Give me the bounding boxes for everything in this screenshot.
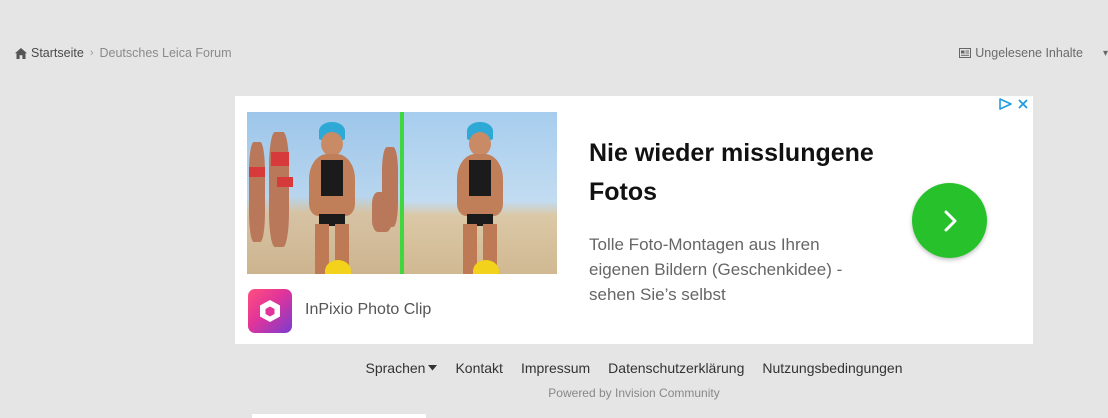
powered-by-link[interactable]: Powered by Invision Community	[0, 386, 1108, 400]
breadcrumb-current[interactable]: Deutsches Leica Forum	[99, 46, 231, 60]
hexagon-logo-icon	[260, 300, 280, 322]
ad-description[interactable]: Tolle Foto-Montagen aus Ihren eigenen Bi…	[589, 232, 869, 307]
background-swimsuit	[271, 152, 289, 166]
ad-controls	[999, 98, 1029, 110]
ad-open-button[interactable]	[912, 183, 987, 258]
footer-link-contact[interactable]: Kontakt	[455, 360, 502, 376]
chevron-right-icon	[944, 210, 956, 231]
caret-down-icon	[428, 365, 438, 371]
footer-link-imprint[interactable]: Impressum	[521, 360, 590, 376]
footer-link-privacy[interactable]: Datenschutzerklärung	[608, 360, 744, 376]
home-icon	[15, 47, 27, 59]
advertisement[interactable]: InPixio Photo Clip Nie wieder misslungen…	[235, 96, 1033, 344]
background-person	[249, 142, 265, 242]
chevron-down-icon[interactable]: ▾	[1103, 48, 1108, 59]
close-icon[interactable]	[1017, 98, 1029, 110]
ad-image[interactable]	[247, 112, 557, 274]
chevron-right-icon: ›	[89, 47, 94, 59]
unread-icon	[959, 48, 972, 58]
breadcrumb: Startseite › Deutsches Leica Forum	[15, 46, 232, 60]
background-person	[372, 192, 392, 232]
ad-image-before	[247, 112, 401, 274]
comparison-divider	[400, 112, 404, 274]
bottom-strip	[252, 414, 426, 418]
breadcrumb-home-link[interactable]: Startseite	[15, 46, 84, 60]
app-logo[interactable]	[248, 289, 292, 333]
footer-link-languages[interactable]: Sprachen	[366, 360, 438, 376]
background-swimsuit	[277, 177, 293, 187]
ad-app-name[interactable]: InPixio Photo Clip	[305, 301, 431, 319]
breadcrumb-home-label: Startseite	[31, 46, 84, 60]
footer-link-languages-label: Sprachen	[365, 360, 426, 376]
footer-link-terms[interactable]: Nutzungsbedingungen	[762, 360, 902, 376]
unread-content-link[interactable]: Ungelesene Inhalte	[959, 46, 1083, 60]
adchoices-icon[interactable]	[999, 98, 1012, 110]
background-person	[269, 132, 289, 247]
footer-links: Sprachen Kontakt Impressum Datenschutzer…	[0, 360, 1108, 376]
ad-image-after	[403, 112, 557, 274]
unread-label: Ungelesene Inhalte	[975, 46, 1083, 60]
ad-title[interactable]: Nie wieder misslungene Fotos	[589, 134, 889, 212]
background-swimsuit	[249, 167, 265, 177]
